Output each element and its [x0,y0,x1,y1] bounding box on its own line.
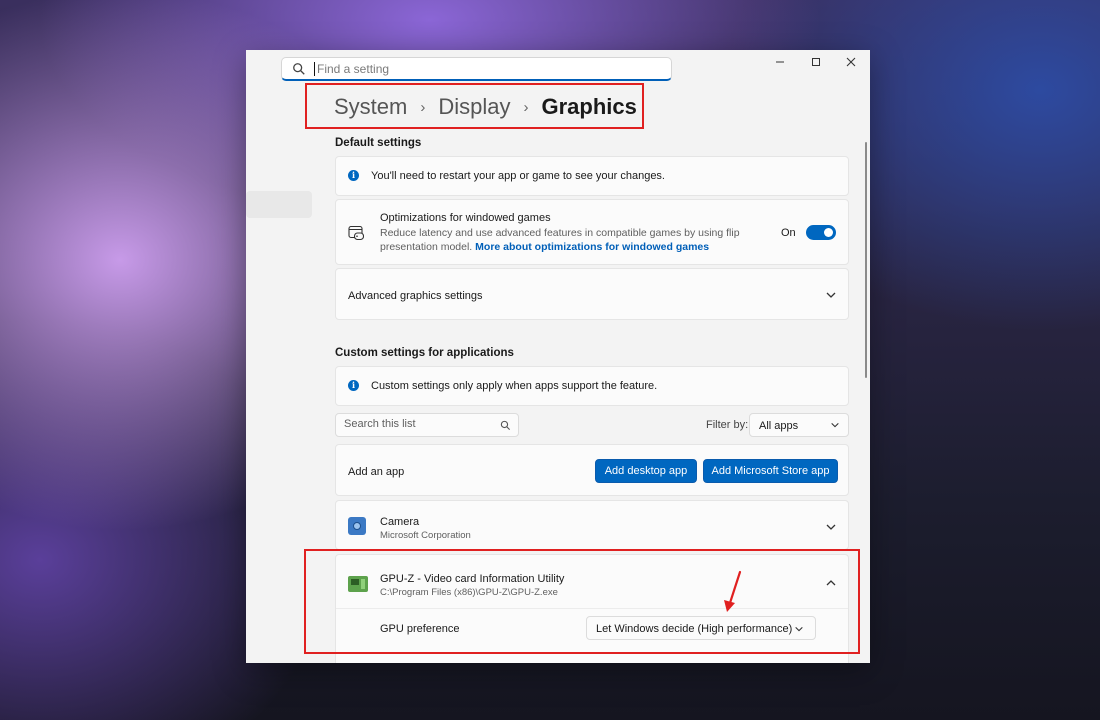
chevron-down-icon[interactable] [825,289,837,301]
list-search-box[interactable] [335,413,519,437]
highlight-box-breadcrumb [305,83,644,129]
app-name: Camera [380,516,420,528]
settings-window: System › Display › Graphics Default sett… [246,50,870,663]
restart-info-text: You'll need to restart your app or game … [371,170,665,182]
advanced-graphics-label: Advanced graphics settings [348,290,483,302]
filter-dropdown-value: All apps [759,420,799,432]
close-icon [846,57,856,67]
maximize-icon [812,58,820,66]
windowed-games-title: Optimizations for windowed games [380,212,551,224]
custom-info-text: Custom settings only apply when apps sup… [371,380,658,392]
add-app-label: Add an app [348,466,405,478]
chevron-down-icon [831,422,839,428]
advanced-graphics-card[interactable]: Advanced graphics settings [335,268,849,320]
filter-dropdown[interactable]: All apps [749,413,849,437]
list-search-input[interactable] [344,418,494,430]
search-icon [500,420,511,431]
add-app-card: Add an app Add desktop app Add Microsoft… [335,444,849,496]
custom-settings-title: Custom settings for applications [335,347,514,359]
windowed-games-link[interactable]: More about optimizations for windowed ga… [475,241,709,253]
search-icon [293,62,305,75]
search-input[interactable] [314,61,617,76]
sidebar-selected-item[interactable] [246,191,312,218]
game-window-icon [348,225,364,241]
windowed-games-desc-line2: presentation model. [380,241,473,253]
find-setting-search[interactable] [281,57,672,81]
info-icon: i [348,380,359,391]
app-row-camera[interactable]: Camera Microsoft Corporation [335,500,849,550]
custom-info-card: i Custom settings only apply when apps s… [335,366,849,406]
info-icon: i [348,170,359,181]
scrollbar[interactable] [865,142,867,378]
toggle-state-label: On [781,227,796,239]
default-settings-title: Default settings [335,137,422,149]
add-desktop-app-button[interactable]: Add desktop app [595,459,697,483]
minimize-icon [776,61,784,63]
maximize-button[interactable] [801,54,831,70]
minimize-button[interactable] [765,54,795,70]
annotation-arrow-icon [724,570,742,612]
camera-app-icon [348,517,366,535]
close-button[interactable] [836,54,866,70]
app-publisher: Microsoft Corporation [380,530,471,541]
toggle-knob [824,228,833,237]
restart-info-card: i You'll need to restart your app or gam… [335,156,849,196]
windowed-games-desc-line1: Reduce latency and use advanced features… [380,227,740,239]
filter-by-label: Filter by: [706,419,749,431]
add-store-app-button[interactable]: Add Microsoft Store app [703,459,838,483]
windowed-games-toggle[interactable] [806,225,836,240]
windowed-games-card: Optimizations for windowed games Reduce … [335,199,849,265]
highlight-box-gpuz [304,549,860,654]
chevron-down-icon[interactable] [825,521,837,533]
